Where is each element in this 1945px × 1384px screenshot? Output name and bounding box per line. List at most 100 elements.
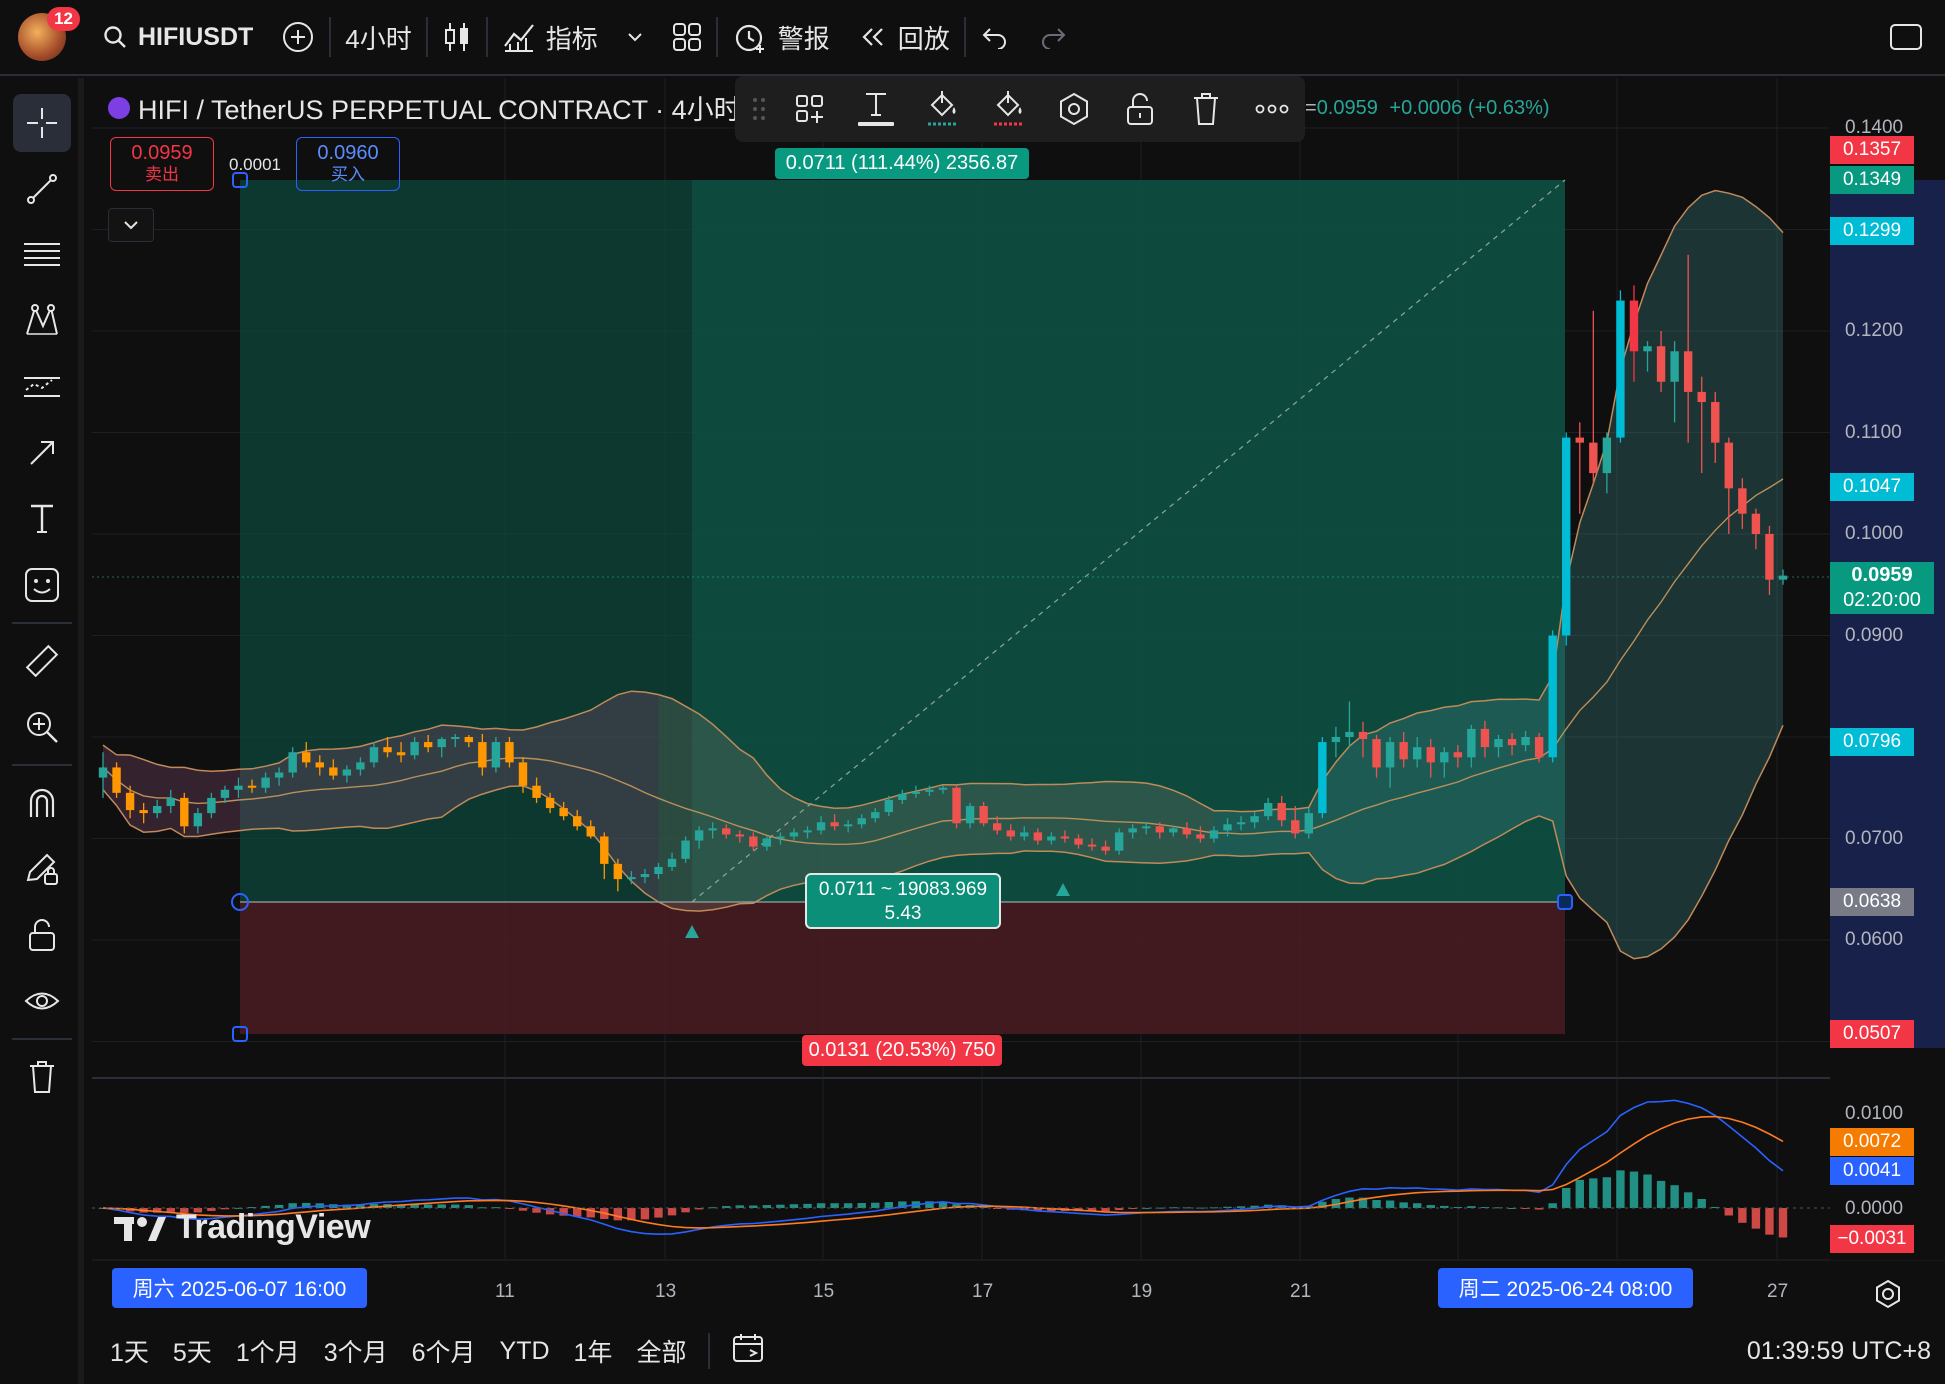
range-1d[interactable]: 1天	[98, 1333, 161, 1369]
signal-triangle-1	[685, 925, 699, 938]
chart-type-button[interactable]	[428, 0, 486, 75]
more-button[interactable]	[1239, 76, 1305, 142]
visibility-tool[interactable]	[13, 972, 71, 1030]
buy-button[interactable]: 0.0960 买入	[296, 137, 400, 191]
user-avatar[interactable]: 12	[18, 7, 80, 61]
candle	[98, 752, 108, 798]
range-all[interactable]: 全部	[624, 1333, 698, 1369]
candle	[1006, 824, 1015, 841]
macd-histogram-bar	[1128, 1208, 1137, 1209]
settings-button[interactable]	[1041, 76, 1107, 142]
time-tag-start: 周六 2025-06-07 16:00	[112, 1268, 367, 1308]
macd-histogram-bar	[749, 1205, 758, 1208]
candle	[1385, 737, 1395, 788]
candle-body	[871, 812, 880, 819]
candle-body	[152, 806, 162, 814]
macd-histogram-bar	[1724, 1208, 1734, 1216]
time-axis[interactable]: 周六 2025-06-07 16:00 周二 2025-06-24 08:00	[92, 1262, 1830, 1318]
sell-label: 卖出	[145, 165, 179, 184]
time-tick: 15	[813, 1281, 835, 1302]
replay-button[interactable]: 回放	[844, 0, 964, 75]
macd-signal-tag: 0.0072	[1830, 1128, 1914, 1156]
candle	[1372, 734, 1381, 778]
chart-legend[interactable]: HIFI / TetherUS PERPETUAL CONTRACT · 4小时	[108, 88, 741, 127]
candle-body	[383, 747, 392, 753]
candle	[329, 759, 338, 780]
lock-button[interactable]	[1107, 76, 1173, 142]
redo-button[interactable]	[1024, 0, 1082, 75]
layout-button[interactable]	[658, 0, 716, 75]
compare-button[interactable]	[267, 0, 329, 75]
range-1y[interactable]: 1年	[562, 1333, 625, 1369]
candle	[125, 785, 135, 819]
lock-drawing-tool[interactable]	[13, 840, 71, 898]
axis-settings-button[interactable]	[1872, 1278, 1904, 1310]
alerts-button[interactable]: 警报	[718, 0, 844, 75]
macd-histogram-bar	[1575, 1179, 1584, 1208]
position-center-label: 0.0711 ~ 19083.969 5.43	[805, 873, 1001, 929]
range-5d[interactable]: 5天	[161, 1333, 224, 1369]
candle	[505, 737, 514, 768]
notification-badge: 12	[47, 7, 80, 31]
candle	[261, 772, 270, 793]
candle	[1602, 432, 1612, 494]
target-label: 0.0711 (111.44%) 2356.87	[775, 148, 1029, 179]
range-ytd[interactable]: YTD	[488, 1337, 562, 1366]
arrow-tool[interactable]	[13, 424, 71, 482]
candle-body	[1440, 752, 1449, 763]
interval-button[interactable]: 4小时	[331, 0, 425, 75]
legend-collapse-button[interactable]	[108, 208, 154, 242]
search-icon	[104, 26, 126, 48]
price-tick: 0.0900	[1845, 624, 1904, 646]
drag-handle[interactable]	[741, 76, 777, 142]
zoom-tool[interactable]	[13, 698, 71, 756]
remove-drawings-tool[interactable]	[13, 1048, 71, 1106]
loss-fill-button[interactable]	[975, 76, 1041, 142]
candle	[1521, 730, 1530, 752]
sell-button[interactable]: 0.0959 卖出	[110, 137, 214, 191]
lock-all-tool[interactable]	[13, 906, 71, 964]
candle-body	[1101, 846, 1110, 851]
range-6m[interactable]: 6个月	[400, 1333, 488, 1369]
sticker-tool[interactable]	[13, 556, 71, 614]
undo-button[interactable]	[966, 0, 1024, 75]
buy-label: 买入	[331, 165, 365, 184]
range-3m[interactable]: 3个月	[312, 1333, 400, 1369]
macd-histogram-bar	[1643, 1174, 1652, 1208]
crosshair-tool[interactable]	[13, 94, 71, 152]
indicators-button[interactable]: 指标	[488, 0, 612, 75]
price-axis[interactable]	[1830, 78, 1945, 1260]
goto-date-button[interactable]	[720, 1332, 778, 1371]
candle-body	[410, 742, 419, 756]
alerts-label: 警报	[777, 23, 830, 54]
chevron-down-icon	[628, 33, 642, 42]
candle-body	[491, 742, 501, 768]
template-button[interactable]	[777, 76, 843, 142]
candle	[911, 785, 921, 798]
text-color-button[interactable]	[843, 76, 909, 142]
delete-button[interactable]	[1173, 76, 1239, 142]
fullscreen-button[interactable]	[1875, 0, 1937, 75]
clock-timezone[interactable]: 01:39:59 UTC+8	[1747, 1337, 1931, 1366]
tradingview-watermark: TradingView	[112, 1208, 371, 1247]
fib-tool[interactable]	[13, 226, 71, 284]
magnet-tool[interactable]	[13, 774, 71, 832]
candle-body	[1453, 752, 1463, 758]
pencil-lock-icon	[26, 853, 58, 885]
text-tool[interactable]	[13, 490, 71, 548]
candle	[722, 824, 731, 839]
measure-tool[interactable]	[13, 632, 71, 690]
symbol-search[interactable]: HIFIUSDT	[88, 0, 267, 75]
candle	[193, 808, 203, 834]
candle	[925, 785, 934, 796]
pattern-tool[interactable]	[13, 292, 71, 350]
fill-color-button[interactable]	[909, 76, 975, 142]
legend-values: =0.0959 +0.0006 (+0.63%)	[1305, 97, 1550, 120]
forecast-tool[interactable]	[13, 358, 71, 416]
range-1m[interactable]: 1个月	[224, 1333, 312, 1369]
indicators-dropdown[interactable]	[612, 0, 658, 75]
trendline-tool[interactable]	[13, 160, 71, 218]
price-chart[interactable]	[0, 0, 1945, 1384]
macd-histogram-bar	[1548, 1203, 1557, 1208]
candle	[586, 820, 595, 839]
